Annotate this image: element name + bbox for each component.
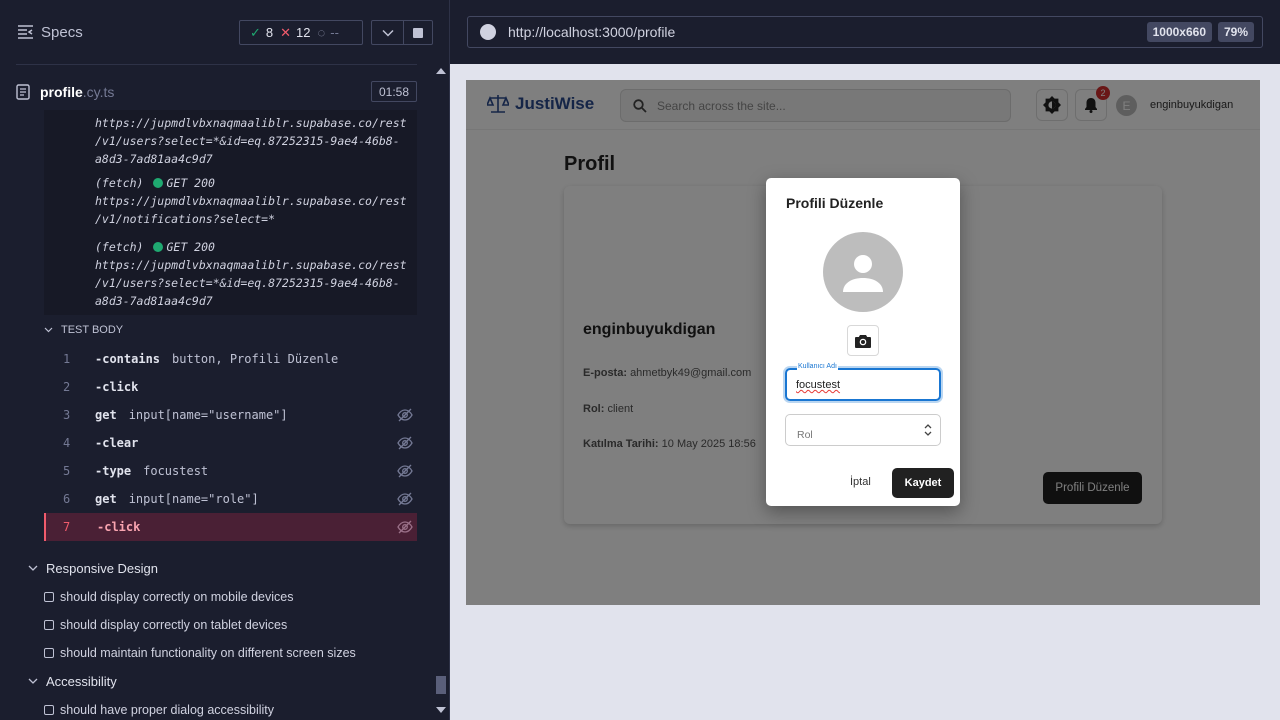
url-bar[interactable]: http://localhost:3000/profile 1000x660 7… xyxy=(467,16,1263,48)
viewport-size-badge[interactable]: 1000x660 xyxy=(1146,22,1212,42)
spec-duration: 01:58 xyxy=(370,81,417,102)
url-text: http://localhost:3000/profile xyxy=(508,24,676,40)
command-log-output: https://jupmdlvbxnaqmaaliblr.supabase.co… xyxy=(44,110,417,315)
passed-stat: ✓ 8 xyxy=(250,24,274,41)
log-entry[interactable]: (fetch) GET 200 https://jupmdlvbxnaqmaali… xyxy=(44,238,417,310)
chevron-down-icon xyxy=(28,678,38,684)
scrollbar-thumb[interactable] xyxy=(436,676,446,694)
eye-slash-icon[interactable] xyxy=(397,436,413,450)
zoom-badge[interactable]: 79% xyxy=(1217,22,1254,42)
pending-test-icon xyxy=(44,620,54,630)
reporter-panel: Specs ✓ 8 ✕ 12 ◌ -- profile .cy.ts 01:58 ht… xyxy=(0,0,450,720)
edit-profile-dialog: Profili Düzenle Kullanıcı Adı focustest … xyxy=(766,178,960,506)
stop-icon xyxy=(413,27,423,38)
suite-title[interactable]: Responsive Design xyxy=(28,561,158,576)
camera-icon xyxy=(855,334,871,348)
log-entry[interactable]: https://jupmdlvbxnaqmaaliblr.supabase.co… xyxy=(44,114,417,168)
cypress-runner: Specs ✓ 8 ✕ 12 ◌ -- profile .cy.ts 01:58 ht… xyxy=(0,0,1280,720)
command-row[interactable]: 1 -contains button, Profili Düzenle xyxy=(44,345,417,373)
upload-photo-button[interactable] xyxy=(847,325,879,356)
test-item[interactable]: should maintain functionality on differe… xyxy=(44,646,356,660)
scroll-down-icon[interactable] xyxy=(436,707,446,713)
command-row[interactable]: 6 get input[name="role"] xyxy=(44,485,417,513)
pending-test-icon xyxy=(44,648,54,658)
specs-label: Specs xyxy=(41,23,83,41)
reporter-scrollbar[interactable] xyxy=(433,64,449,720)
file-icon xyxy=(16,83,30,100)
specs-button[interactable]: Specs xyxy=(18,24,83,41)
save-button[interactable]: Kaydet xyxy=(892,468,954,498)
role-select[interactable]: Rol xyxy=(785,414,941,446)
command-row-active[interactable]: 7 -click xyxy=(44,513,417,541)
stats-group: ✓ 8 ✕ 12 ◌ -- xyxy=(239,20,363,45)
x-icon: ✕ xyxy=(280,24,292,40)
check-icon: ✓ xyxy=(250,24,261,40)
username-field-label: Kullanıcı Adı xyxy=(797,363,838,370)
menu-icon xyxy=(18,25,33,39)
person-icon xyxy=(843,255,883,292)
stop-button[interactable] xyxy=(403,20,433,45)
aut-panel: http://localhost:3000/profile 1000x660 7… xyxy=(450,0,1280,720)
spec-header: profile .cy.ts 01:58 xyxy=(16,76,417,107)
test-item[interactable]: should display correctly on mobile devic… xyxy=(44,590,293,604)
suite-title[interactable]: Accessibility xyxy=(28,674,117,689)
spec-name: profile xyxy=(40,83,83,100)
pending-test-icon xyxy=(44,705,54,715)
status-dot-icon xyxy=(153,178,164,188)
aut-header: http://localhost:3000/profile 1000x660 7… xyxy=(450,0,1280,64)
expand-toggle-button[interactable] xyxy=(371,20,404,45)
updown-arrows-icon xyxy=(924,424,932,436)
pending-stat: ◌ -- xyxy=(317,25,339,40)
cancel-button[interactable]: İptal xyxy=(850,476,871,488)
command-row[interactable]: 2 -click xyxy=(44,373,417,401)
status-dot-icon xyxy=(153,242,164,252)
username-field[interactable]: Kullanıcı Adı focustest xyxy=(785,363,941,401)
app-viewport: JustiWise Search across the site... 2 E … xyxy=(466,80,1260,605)
eye-slash-icon[interactable] xyxy=(397,464,413,478)
test-item[interactable]: should have proper dialog accessibility xyxy=(44,703,274,717)
failed-stat: ✕ 12 xyxy=(280,24,311,41)
spinner-icon: ◌ xyxy=(317,25,326,40)
chevron-down-icon xyxy=(28,565,38,571)
test-item[interactable]: should display correctly on tablet devic… xyxy=(44,618,287,632)
profile-avatar xyxy=(823,232,903,312)
eye-slash-icon[interactable] xyxy=(397,520,413,534)
username-field-value: focustest xyxy=(796,379,841,391)
log-entry[interactable]: (fetch) GET 200 https://jupmdlvbxnaqmaali… xyxy=(44,174,417,228)
dialog-title: Profili Düzenle xyxy=(786,195,884,211)
pending-test-icon xyxy=(44,592,54,602)
globe-icon xyxy=(480,24,496,40)
role-select-placeholder: Rol xyxy=(797,429,813,441)
chevron-down-icon xyxy=(381,29,394,37)
chevron-down-icon xyxy=(44,327,53,333)
command-list: 1 -contains button, Profili Düzenle 2 -c… xyxy=(44,345,417,541)
scroll-up-icon[interactable] xyxy=(436,68,446,74)
command-row[interactable]: 5 -type focustest xyxy=(44,457,417,485)
divider xyxy=(16,64,417,65)
command-row[interactable]: 4 -clear xyxy=(44,429,417,457)
eye-slash-icon[interactable] xyxy=(397,492,413,506)
test-body-header[interactable]: TEST BODY xyxy=(44,324,123,336)
spec-extension: .cy.ts xyxy=(82,83,115,100)
eye-slash-icon[interactable] xyxy=(397,408,413,422)
command-row[interactable]: 3 get input[name="username"] xyxy=(44,401,417,429)
